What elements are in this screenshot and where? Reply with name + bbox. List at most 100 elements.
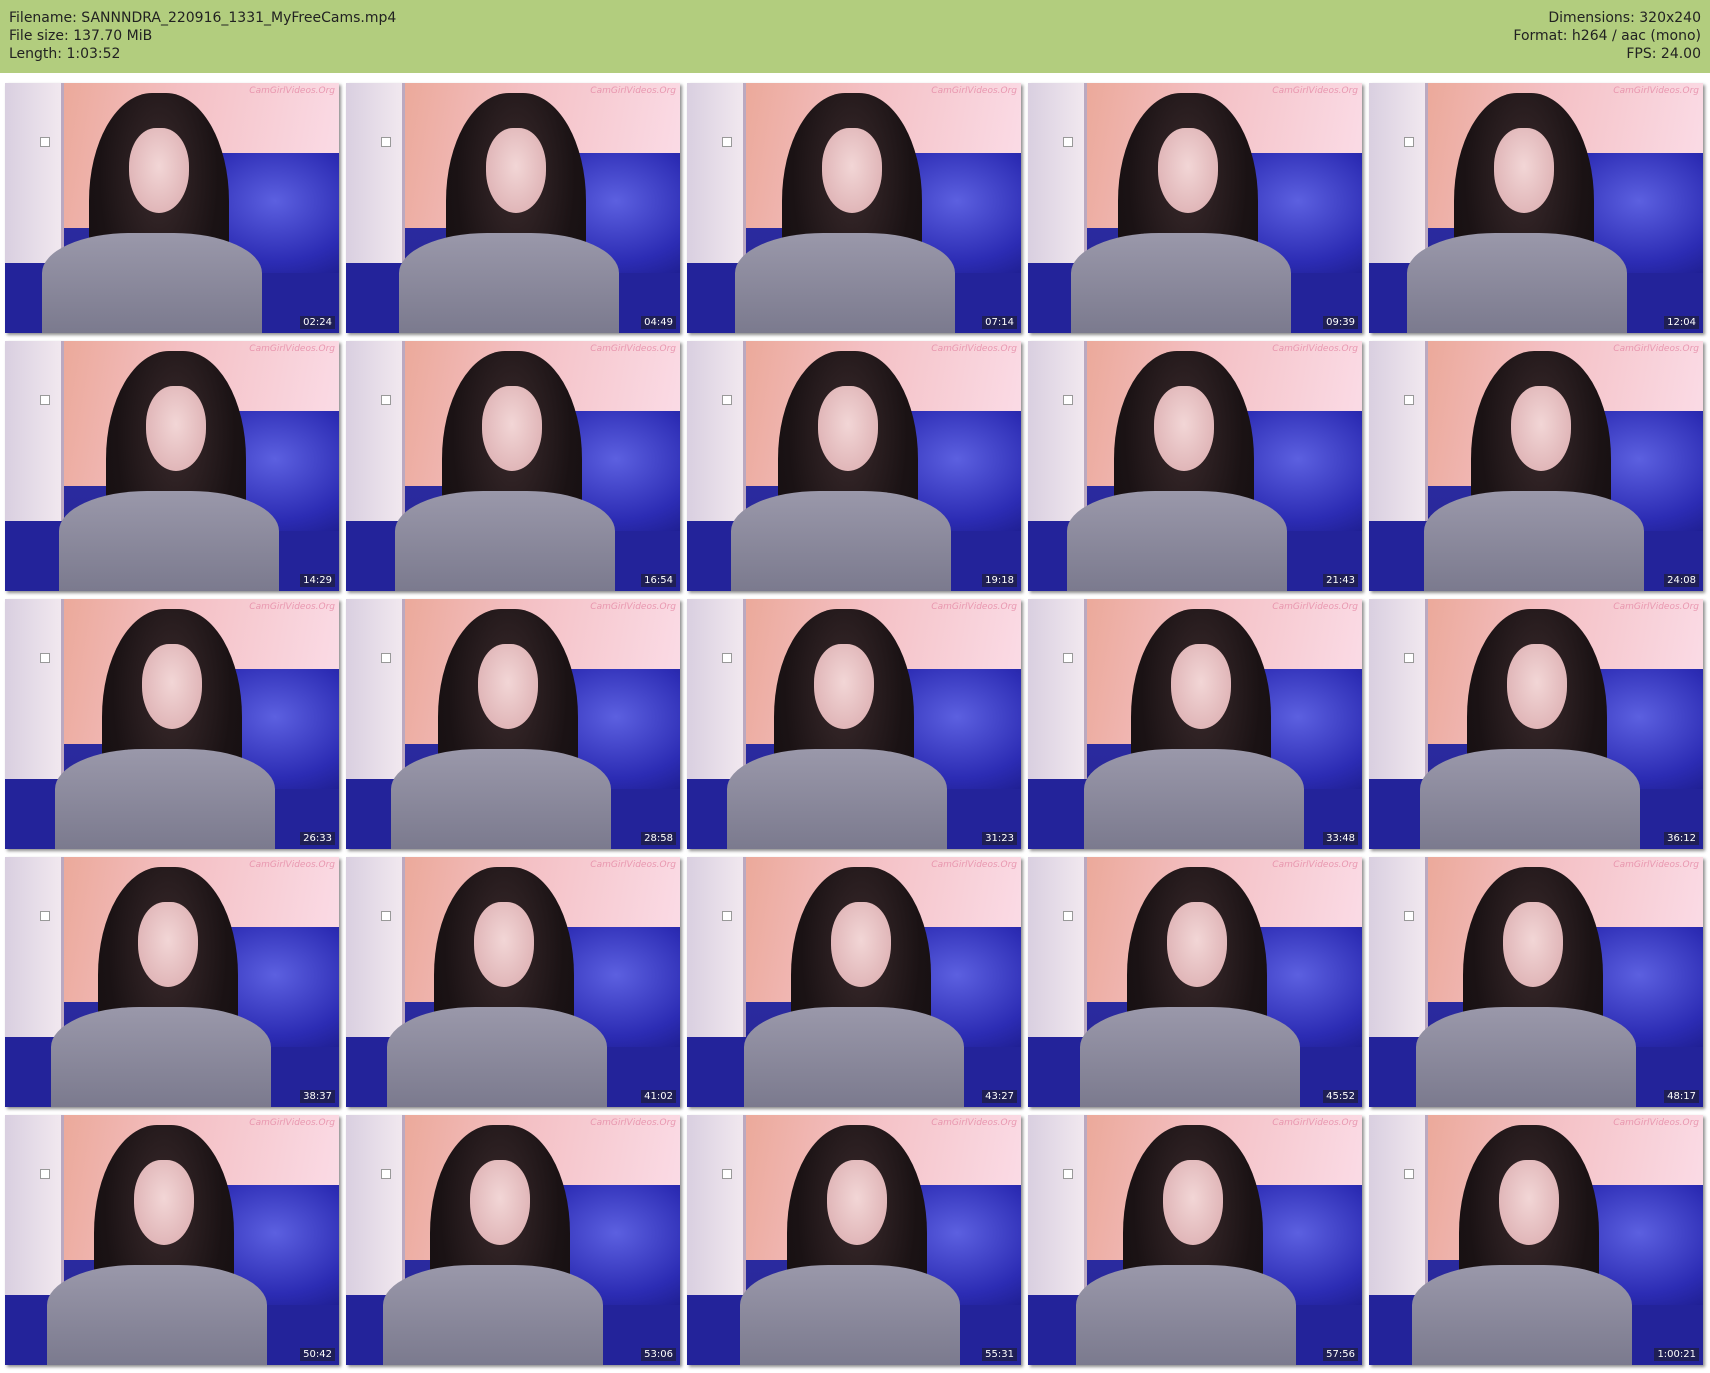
video-thumbnail[interactable]: CamGirlVideos.Org 26:33 [5,599,339,849]
watermark: CamGirlVideos.Org [931,1118,1017,1128]
video-thumbnail[interactable]: CamGirlVideos.Org 19:18 [687,341,1021,591]
file-info-left: Filename: SANNNDRA_220916_1331_MyFreeCam… [9,9,396,63]
timestamp: 36:12 [1664,832,1699,845]
watermark: CamGirlVideos.Org [249,344,335,354]
watermark: CamGirlVideos.Org [249,602,335,612]
timestamp: 41:02 [641,1090,676,1103]
video-thumbnail[interactable]: CamGirlVideos.Org 14:29 [5,341,339,591]
door [1028,857,1087,1037]
person-face [473,902,534,987]
video-thumbnail[interactable]: CamGirlVideos.Org 50:42 [5,1115,339,1365]
person-face [469,1160,530,1245]
person-hoodie [386,1007,608,1107]
timestamp: 1:00:21 [1654,1348,1699,1361]
person-face [813,644,874,729]
person-face [141,644,202,729]
video-thumbnail[interactable]: CamGirlVideos.Org 16:54 [346,341,680,591]
timestamp: 26:33 [300,832,335,845]
door [5,1115,64,1295]
timestamp: 21:43 [1323,574,1358,587]
video-thumbnail[interactable]: CamGirlVideos.Org 55:31 [687,1115,1021,1365]
timestamp: 57:56 [1323,1348,1358,1361]
video-thumbnail[interactable]: CamGirlVideos.Org 04:49 [346,83,680,333]
video-thumbnail[interactable]: CamGirlVideos.Org 07:14 [687,83,1021,333]
door [346,857,405,1037]
door [1369,857,1428,1037]
timestamp: 09:39 [1323,316,1358,329]
video-thumbnail[interactable]: CamGirlVideos.Org 43:27 [687,857,1021,1107]
person-hoodie [1406,233,1628,333]
watermark: CamGirlVideos.Org [590,860,676,870]
person-face [1157,128,1218,213]
person-face [1498,1160,1559,1245]
video-thumbnail[interactable]: CamGirlVideos.Org 48:17 [1369,857,1703,1107]
timestamp: 45:52 [1323,1090,1358,1103]
video-thumbnail[interactable]: CamGirlVideos.Org 12:04 [1369,83,1703,333]
door [346,83,405,263]
person-face [145,386,206,471]
person-hoodie [41,233,263,333]
fps: FPS: 24.00 [1626,46,1701,62]
watermark: CamGirlVideos.Org [931,602,1017,612]
info-header: Filename: SANNNDRA_220916_1331_MyFreeCam… [0,0,1710,73]
timestamp: 55:31 [982,1348,1017,1361]
timestamp: 33:48 [1323,832,1358,845]
video-thumbnail[interactable]: CamGirlVideos.Org 33:48 [1028,599,1362,849]
video-thumbnail[interactable]: CamGirlVideos.Org 21:43 [1028,341,1362,591]
watermark: CamGirlVideos.Org [1613,344,1699,354]
video-thumbnail[interactable]: CamGirlVideos.Org 02:24 [5,83,339,333]
timestamp: 53:06 [641,1348,676,1361]
length: Length: 1:03:52 [9,46,121,62]
door [687,857,746,1037]
watermark: CamGirlVideos.Org [1613,860,1699,870]
door [5,599,64,779]
person-hoodie [1075,1265,1297,1365]
door [1028,599,1087,779]
person-hoodie [734,233,956,333]
door [1369,599,1428,779]
person-hoodie [394,491,616,591]
watermark: CamGirlVideos.Org [1272,602,1358,612]
timestamp: 02:24 [300,316,335,329]
person-hoodie [1419,749,1641,849]
person-face [1162,1160,1223,1245]
video-thumbnail[interactable]: CamGirlVideos.Org 31:23 [687,599,1021,849]
person-hoodie [1423,491,1645,591]
filename: Filename: SANNNDRA_220916_1331_MyFreeCam… [9,10,397,26]
person-hoodie [390,749,612,849]
person-hoodie [398,233,620,333]
person-hoodie [46,1265,268,1365]
door [687,83,746,263]
person-face [1506,644,1567,729]
person-face [1166,902,1227,987]
door [5,341,64,521]
person-face [1170,644,1231,729]
door [687,341,746,521]
timestamp: 43:27 [982,1090,1017,1103]
person-face [830,902,891,987]
video-thumbnail[interactable]: CamGirlVideos.Org 45:52 [1028,857,1362,1107]
person-hoodie [739,1265,961,1365]
video-thumbnail[interactable]: CamGirlVideos.Org 28:58 [346,599,680,849]
person-face [826,1160,887,1245]
watermark: CamGirlVideos.Org [1272,1118,1358,1128]
video-thumbnail[interactable]: CamGirlVideos.Org 1:00:21 [1369,1115,1703,1365]
video-thumbnail[interactable]: CamGirlVideos.Org 09:39 [1028,83,1362,333]
video-thumbnail[interactable]: CamGirlVideos.Org 57:56 [1028,1115,1362,1365]
watermark: CamGirlVideos.Org [249,1118,335,1128]
video-thumbnail[interactable]: CamGirlVideos.Org 36:12 [1369,599,1703,849]
video-thumbnail[interactable]: CamGirlVideos.Org 24:08 [1369,341,1703,591]
timestamp: 24:08 [1664,574,1699,587]
video-thumbnail[interactable]: CamGirlVideos.Org 53:06 [346,1115,680,1365]
person-hoodie [1415,1007,1637,1107]
video-thumbnail[interactable]: CamGirlVideos.Org 41:02 [346,857,680,1107]
video-thumbnail[interactable]: CamGirlVideos.Org 38:37 [5,857,339,1107]
person-hoodie [54,749,276,849]
timestamp: 48:17 [1664,1090,1699,1103]
person-face [133,1160,194,1245]
person-hoodie [1079,1007,1301,1107]
watermark: CamGirlVideos.Org [1272,86,1358,96]
door [1028,1115,1087,1295]
watermark: CamGirlVideos.Org [590,344,676,354]
timestamp: 16:54 [641,574,676,587]
